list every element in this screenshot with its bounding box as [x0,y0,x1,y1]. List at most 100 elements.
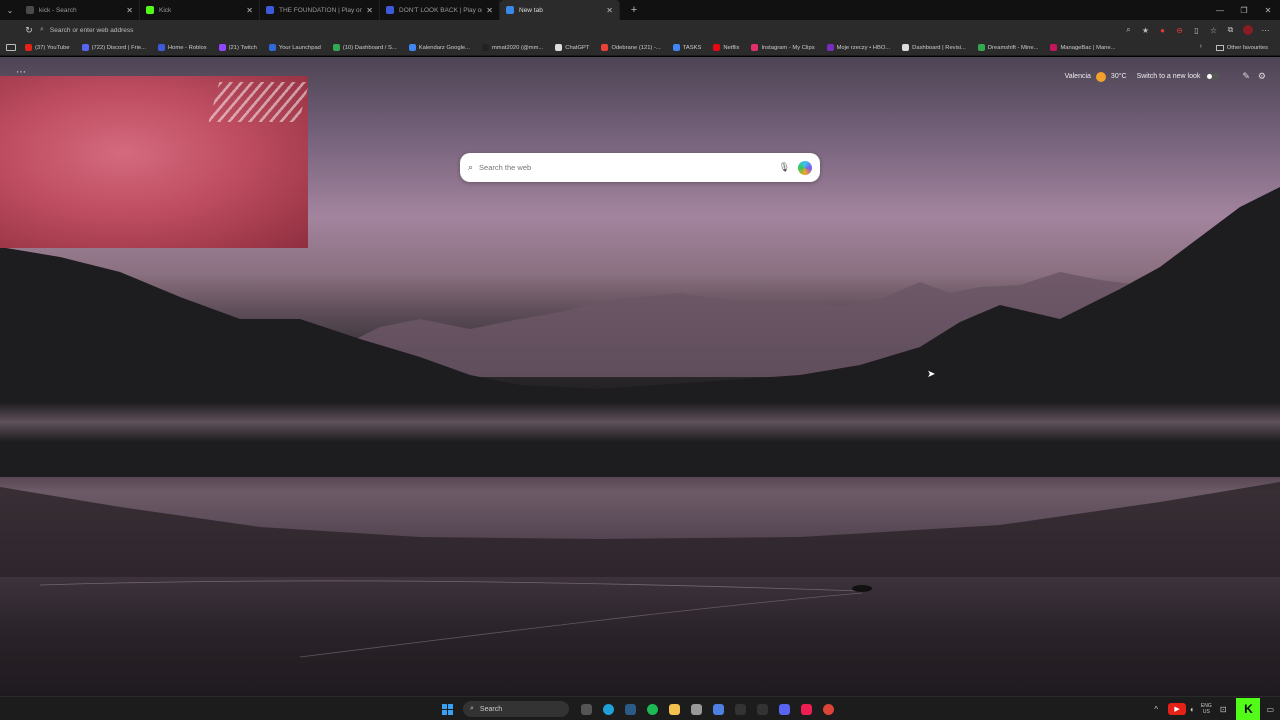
weather-temp[interactable]: 30°C [1111,73,1127,80]
tab[interactable]: kick - Search ✕ [20,0,140,20]
app-3-icon[interactable] [729,698,751,720]
sidebar-toggle-icon[interactable] [6,44,16,51]
microphone-icon[interactable]: 🎙 [779,162,790,173]
taskbar-apps: ⌕ Search [442,697,839,720]
tab-close-icon[interactable]: ✕ [126,6,133,15]
url-field[interactable]: ⌕ Search or enter web address [40,23,1120,37]
extension-2-icon[interactable]: ⊖ [1171,26,1188,35]
instagram-icon [751,44,759,51]
folder-icon [1215,45,1224,51]
bookmark-label: ManageBac | Mane... [1060,44,1116,51]
tab-active[interactable]: New tab ✕ [500,0,620,20]
bookmark[interactable]: (10) Dashboard / S... [332,44,397,51]
favorites-icon[interactable]: ☆ [1205,26,1222,35]
apps-menu-icon[interactable]: ⋯ [16,67,27,78]
tab-title: New tab [519,6,543,14]
show-hidden-icons-chevron-icon[interactable]: ^ [1154,705,1158,714]
edge-browser-icon[interactable] [597,698,619,720]
taskbar-search[interactable]: ⌕ Search [463,701,569,717]
tab-title: THE FOUNDATION | Play on Robl [279,6,363,14]
new-tab-plus-icon[interactable]: + [626,4,642,16]
windows-start-icon[interactable] [442,703,453,715]
tab-strip: ⌄ kick - Search ✕ Kick ✕ THE FOUNDATION … [0,0,1280,20]
taskbar: ⌕ Search ^ ▶ ◐ ENG US ⊡ K ▭ [0,696,1280,720]
tab-close-icon[interactable]: ✕ [486,6,493,15]
youtube-tray-icon[interactable]: ▶ [1168,703,1187,715]
split-screen-icon[interactable]: ▯ [1188,26,1205,35]
bookmark[interactable]: Dreamshift - Mine... [977,44,1038,51]
minimize-icon[interactable]: — [1208,6,1232,15]
tiktok-icon[interactable] [795,698,817,720]
bookmark[interactable]: Dashboard | Revisi... [902,44,966,51]
tab-favicon-icon [506,6,514,14]
bookmark[interactable]: (722) Discord | Frie... [81,44,146,51]
dashboard-icon [332,44,340,51]
bookmark[interactable]: ManageBac | Mane... [1050,44,1115,51]
bookmark-label: (10) Dashboard / S... [342,44,397,51]
notifications-icon[interactable]: ▭ [1266,705,1274,714]
chrome-icon[interactable] [817,698,839,720]
zoom-icon[interactable]: ⌕ [1120,25,1137,35]
netflix-icon [713,44,721,51]
refresh-icon[interactable]: ↻ [18,25,40,36]
tab[interactable]: THE FOUNDATION | Play on Robl ✕ [260,0,380,20]
task-view-icon[interactable] [575,698,597,720]
bookmark-label: Odebrane (121) -... [611,44,661,51]
toolbar: ⌕ ★ ● ⊖ ▯ ☆ ⧉ ⋯ [1120,25,1274,35]
bookmark[interactable]: (21) Twitch [218,44,257,51]
network-icon[interactable]: ⊡ [1220,705,1227,714]
bookmark[interactable]: Instagram - My Clips [751,44,815,51]
dreamshift-icon [977,44,985,51]
top-right-controls: Valencia 30°C Switch to a new look ✎ ⚙ [1065,71,1266,82]
profile-avatar[interactable] [1243,25,1253,35]
bookmark[interactable]: ChatGPT [555,44,589,51]
new-look-toggle[interactable] [1206,73,1221,80]
tab-actions-menu-icon[interactable]: ⌄ [0,0,20,20]
tab-close-icon[interactable]: ✕ [366,6,373,15]
tab-close-icon[interactable]: ✕ [246,6,253,15]
extension-icon[interactable]: ● [1154,26,1171,35]
tasks-icon [672,44,680,51]
tray-icon[interactable]: ◐ [1190,705,1195,714]
more-menu-icon[interactable]: ⋯ [1257,26,1274,35]
app-4-icon[interactable] [751,698,773,720]
tab-close-icon[interactable]: ✕ [606,6,613,15]
search-icon: ⌕ [470,705,474,712]
tab[interactable]: Kick ✕ [140,0,260,20]
kick-logo-icon: K [1236,698,1261,720]
tab[interactable]: DON'T LOOK BACK | Play on Robl ✕ [380,0,500,20]
discord-icon[interactable] [773,698,795,720]
bookmark[interactable]: Your Launchpad [268,44,321,51]
close-window-icon[interactable]: ✕ [1256,6,1280,15]
bookmark[interactable]: Home - Roblox [157,44,207,51]
app-icon[interactable] [685,698,707,720]
spotify-icon[interactable] [641,698,663,720]
chevron-right-icon[interactable]: › [1200,43,1202,50]
bookmark[interactable]: mmat2020 (@mm... [481,44,543,51]
weather-sun-icon [1095,71,1106,82]
web-search-box[interactable]: ⌕ 🎙 [460,153,820,182]
bookmark[interactable]: Moje rzeczy • HBO... [826,44,890,51]
bookmark[interactable]: (37) YouTube [25,44,70,51]
settings-gear-icon[interactable]: ⚙ [1258,71,1266,82]
file-explorer-icon[interactable] [663,698,685,720]
other-favourites[interactable]: Other favourites [1215,40,1268,56]
other-favourites-label: Other favourites [1226,45,1268,51]
web-search-input[interactable] [479,163,779,172]
app-2-icon[interactable] [707,698,729,720]
bookmark-label: (37) YouTube [35,44,70,51]
copilot-icon[interactable] [798,160,812,175]
steam-icon[interactable] [619,698,641,720]
language-indicator[interactable]: ENG US [1201,703,1212,715]
bookmark[interactable]: Odebrane (121) -... [601,44,661,51]
collections-icon[interactable]: ⧉ [1222,25,1239,35]
bookmark[interactable]: Netflix [713,44,739,51]
bookmark[interactable]: Kalendarz Google... [408,44,470,51]
mouse-cursor-icon: ➤ [927,369,936,380]
weather-city[interactable]: Valencia [1065,73,1091,80]
favorite-star-icon[interactable]: ★ [1137,26,1154,35]
bookmark-label: TASKS [682,44,702,51]
edit-pencil-icon[interactable]: ✎ [1242,71,1250,82]
restore-icon[interactable]: ❐ [1232,6,1256,15]
bookmark[interactable]: TASKS [672,44,702,51]
